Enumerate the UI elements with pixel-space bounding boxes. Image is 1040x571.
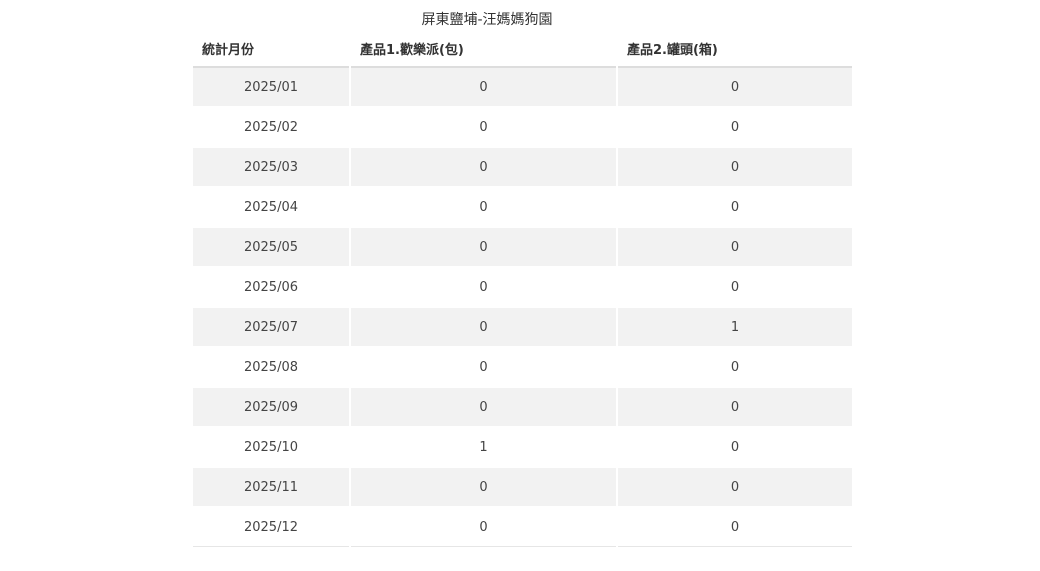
product-1-cell: 0 xyxy=(351,188,616,228)
product-2-cell: 0 xyxy=(618,468,852,508)
product-2-cell: 0 xyxy=(618,188,852,228)
product-2-cell: 0 xyxy=(618,388,852,428)
table-row: 2025/04 0 0 xyxy=(193,188,852,228)
product-2-cell: 0 xyxy=(618,348,852,388)
month-cell: 2025/01 xyxy=(193,68,349,108)
product-2-cell: 0 xyxy=(618,108,852,148)
table-row: 2025/09 0 0 xyxy=(193,388,852,428)
month-cell: 2025/08 xyxy=(193,348,349,388)
table-row: 2025/03 0 0 xyxy=(193,148,852,188)
product-2-cell: 0 xyxy=(618,428,852,468)
month-cell: 2025/05 xyxy=(193,228,349,268)
month-cell: 2025/12 xyxy=(193,508,349,547)
table-row: 2025/12 0 0 xyxy=(193,508,852,547)
table-row: 2025/02 0 0 xyxy=(193,108,852,148)
product-2-cell: 0 xyxy=(618,228,852,268)
table-row: 2025/10 1 0 xyxy=(193,428,852,468)
product-1-cell: 0 xyxy=(351,268,616,308)
product-1-cell: 0 xyxy=(351,308,616,348)
table-header-row: 統計月份 產品1.歡樂派(包) 產品2.罐頭(箱) xyxy=(193,30,852,68)
monthly-stats-table: 統計月份 產品1.歡樂派(包) 產品2.罐頭(箱) 2025/01 0 0 20… xyxy=(191,30,854,547)
product-2-cell: 0 xyxy=(618,268,852,308)
month-cell: 2025/02 xyxy=(193,108,349,148)
product-1-cell: 0 xyxy=(351,228,616,268)
product-1-cell: 1 xyxy=(351,428,616,468)
product-1-cell: 0 xyxy=(351,348,616,388)
column-header-product-1: 產品1.歡樂派(包) xyxy=(351,30,616,68)
month-cell: 2025/07 xyxy=(193,308,349,348)
column-header-product-2: 產品2.罐頭(箱) xyxy=(618,30,852,68)
product-1-cell: 0 xyxy=(351,468,616,508)
month-cell: 2025/10 xyxy=(193,428,349,468)
product-2-cell: 1 xyxy=(618,308,852,348)
table-row: 2025/08 0 0 xyxy=(193,348,852,388)
product-1-cell: 0 xyxy=(351,508,616,547)
product-1-cell: 0 xyxy=(351,108,616,148)
table-row: 2025/01 0 0 xyxy=(193,68,852,108)
month-cell: 2025/04 xyxy=(193,188,349,228)
product-1-cell: 0 xyxy=(351,68,616,108)
column-header-month: 統計月份 xyxy=(193,30,349,68)
month-cell: 2025/11 xyxy=(193,468,349,508)
table-row: 2025/11 0 0 xyxy=(193,468,852,508)
table-row: 2025/06 0 0 xyxy=(193,268,852,308)
table-row: 2025/07 0 1 xyxy=(193,308,852,348)
product-2-cell: 0 xyxy=(618,508,852,547)
month-cell: 2025/09 xyxy=(193,388,349,428)
product-1-cell: 0 xyxy=(351,148,616,188)
table-row: 2025/05 0 0 xyxy=(193,228,852,268)
product-1-cell: 0 xyxy=(351,388,616,428)
page-title: 屏東鹽埔-汪媽媽狗園 xyxy=(421,12,553,28)
month-cell: 2025/06 xyxy=(193,268,349,308)
product-2-cell: 0 xyxy=(618,148,852,188)
product-2-cell: 0 xyxy=(618,68,852,108)
month-cell: 2025/03 xyxy=(193,148,349,188)
